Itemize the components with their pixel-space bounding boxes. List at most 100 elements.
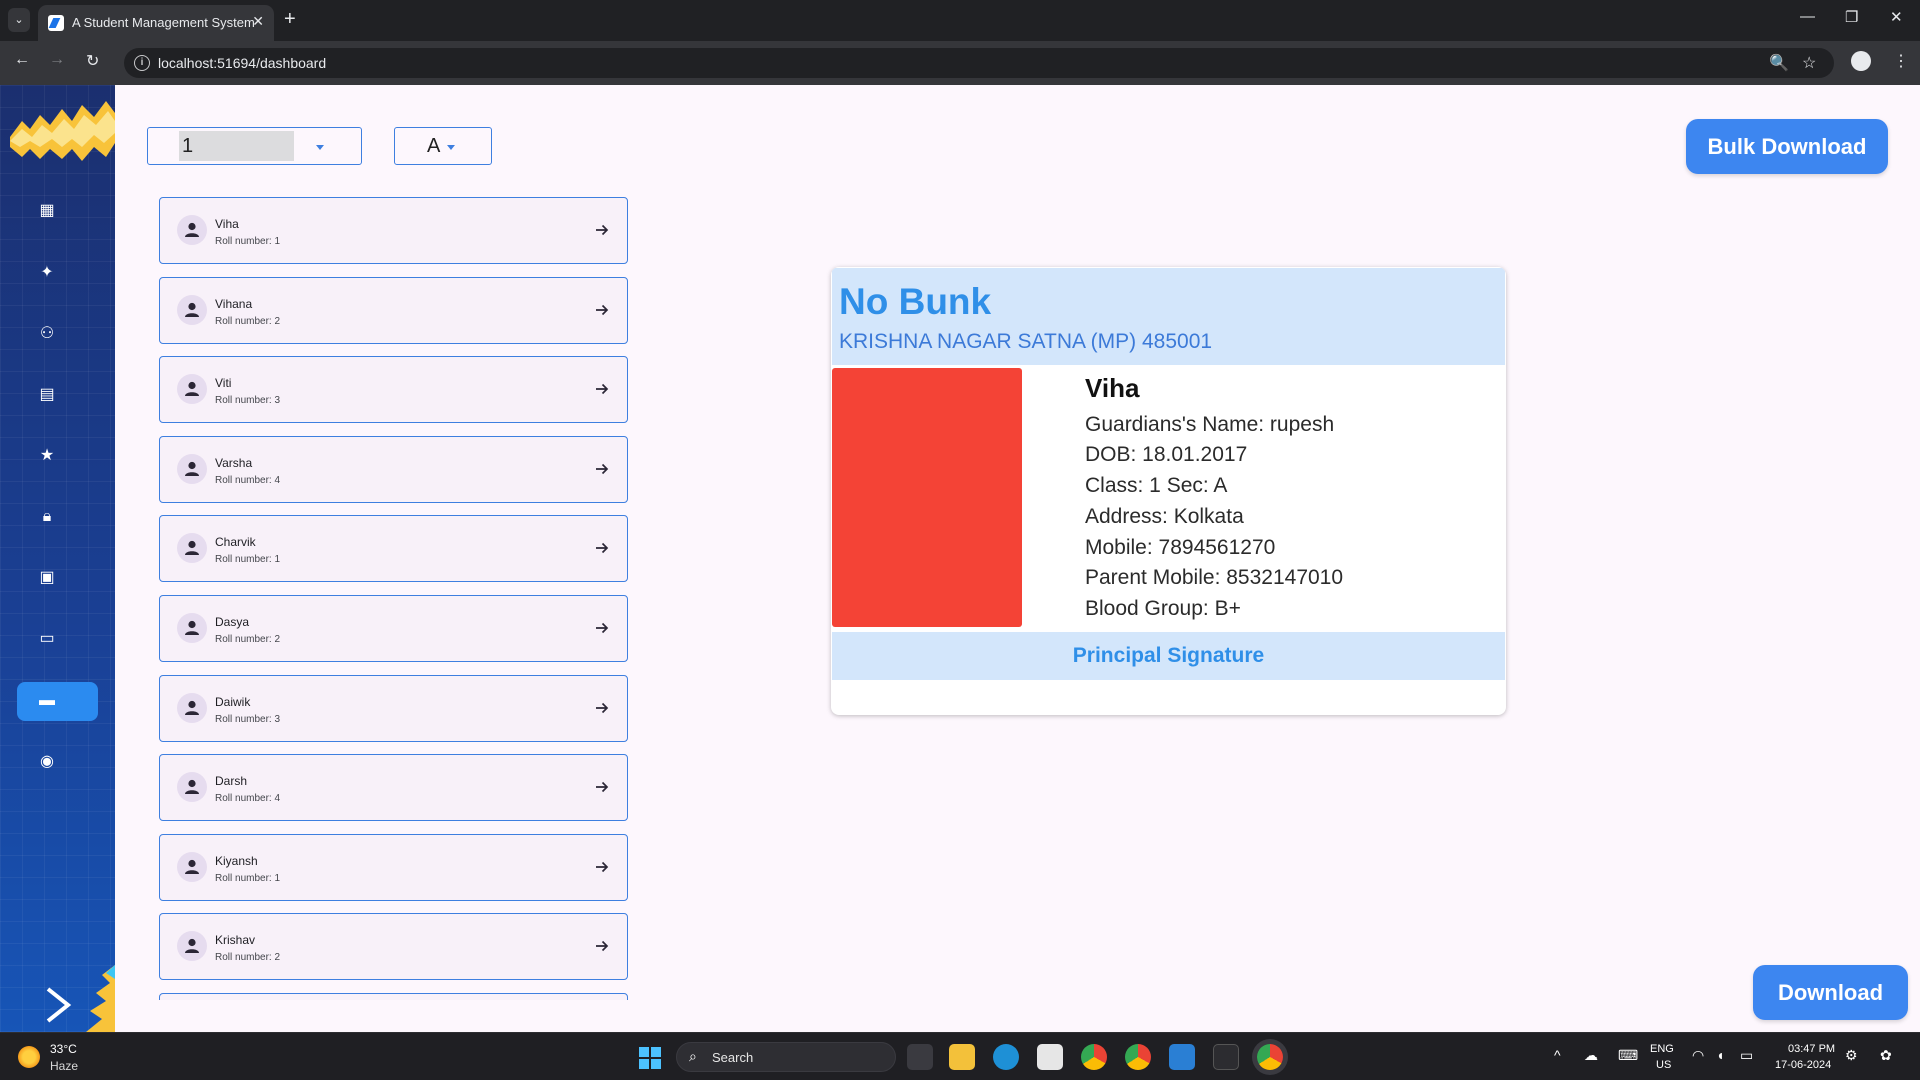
clock-time[interactable]: 03:47 PM bbox=[1788, 1043, 1835, 1055]
settings-icon[interactable]: ◉ bbox=[34, 749, 60, 775]
arrow-right-icon[interactable] bbox=[594, 938, 610, 959]
lock-icon[interactable]: 🔒︎ bbox=[34, 504, 60, 530]
zoom-icon[interactable]: 🔍 bbox=[1769, 53, 1789, 73]
new-tab-button[interactable]: + bbox=[284, 8, 296, 31]
notifications-icon[interactable]: ⚙ bbox=[1845, 1047, 1858, 1064]
show-hidden-icons-icon[interactable]: ^ bbox=[1554, 1047, 1561, 1063]
back-icon[interactable]: ← bbox=[14, 51, 30, 69]
chrome-active-icon[interactable] bbox=[1257, 1044, 1283, 1070]
student-roll-number: Roll number: 1 bbox=[215, 236, 281, 247]
language-indicator[interactable]: ENG bbox=[1650, 1043, 1674, 1055]
browser-toolbar: ← → ↻ i localhost:51694/dashboard 🔍 ☆ ⋮ bbox=[0, 41, 1920, 85]
student-list-item[interactable]: Viha Roll number: 1 bbox=[159, 197, 628, 264]
weather-condition[interactable]: Haze bbox=[50, 1059, 78, 1073]
volume-icon[interactable]: ◖ bbox=[1716, 1047, 1724, 1063]
student-icon[interactable]: ✦ bbox=[34, 260, 60, 286]
student-roll-number: Roll number: 2 bbox=[215, 315, 281, 327]
arrow-right-icon[interactable] bbox=[594, 859, 610, 880]
browser-menu-icon[interactable]: ⋮ bbox=[1893, 51, 1909, 71]
expand-sidebar-icon[interactable] bbox=[40, 985, 76, 1025]
onedrive-icon[interactable]: ☁ bbox=[1584, 1047, 1598, 1064]
teacher-icon[interactable]: ⚇ bbox=[34, 321, 60, 347]
arrow-right-icon[interactable] bbox=[594, 461, 610, 482]
bulk-download-button[interactable]: Bulk Download bbox=[1686, 119, 1888, 174]
microsoft-store-icon[interactable] bbox=[1037, 1044, 1063, 1070]
chrome-profile-icon[interactable] bbox=[1125, 1044, 1151, 1070]
student-list-item[interactable]: Daiwik Roll number: 3 bbox=[159, 674, 628, 742]
tab-close-icon[interactable]: ✕ bbox=[252, 13, 264, 30]
task-view-icon[interactable] bbox=[907, 1044, 933, 1070]
terminal-icon[interactable] bbox=[1213, 1044, 1239, 1070]
clock-date[interactable]: 17-06-2024 bbox=[1775, 1059, 1831, 1071]
bookmark-star-icon[interactable]: ☆ bbox=[1802, 53, 1816, 73]
student-address: Address: Kolkata bbox=[1085, 505, 1244, 528]
arrow-right-icon[interactable] bbox=[594, 302, 610, 323]
class-dropdown-highlight bbox=[179, 131, 294, 161]
windows-start-icon[interactable] bbox=[639, 1047, 661, 1069]
student-roll-number: Roll number: 2 bbox=[215, 952, 281, 964]
student-list-item[interactable]: Varsha Roll number: 4 bbox=[159, 435, 628, 503]
chrome-icon[interactable] bbox=[1081, 1044, 1107, 1070]
site-info-icon[interactable]: i bbox=[134, 55, 150, 71]
taskbar-search-label: Search bbox=[712, 1050, 754, 1065]
section-dropdown[interactable]: A bbox=[394, 127, 492, 165]
student-name: Daiwik bbox=[215, 694, 251, 709]
arrow-right-icon[interactable] bbox=[594, 620, 610, 641]
browser-tab[interactable]: A Student Management System ✕ bbox=[38, 5, 274, 41]
arrow-right-icon[interactable] bbox=[594, 779, 610, 800]
taskbar-search[interactable]: ⌕ Search bbox=[676, 1042, 896, 1072]
copilot-icon[interactable]: ✿ bbox=[1880, 1047, 1892, 1064]
student-list-item[interactable] bbox=[159, 993, 628, 1000]
student-list-item[interactable]: Krishav Roll number: 2 bbox=[159, 913, 628, 981]
student-list-item[interactable]: Kiyansh Roll number: 1 bbox=[159, 833, 628, 901]
download-button[interactable]: Download bbox=[1753, 965, 1908, 1020]
student-list-item[interactable]: Charvik Roll number: 1 bbox=[159, 515, 628, 583]
weather-temperature[interactable]: 33°C bbox=[50, 1042, 77, 1056]
app-logo-icon bbox=[10, 101, 115, 161]
class-dropdown[interactable]: 1 bbox=[147, 127, 362, 165]
class-dropdown-value: 1 bbox=[182, 135, 194, 157]
star-icon[interactable]: ★ bbox=[34, 443, 60, 469]
person-icon bbox=[177, 215, 207, 245]
attendance-icon[interactable]: ▣ bbox=[34, 565, 60, 591]
reload-icon[interactable]: ↻ bbox=[86, 51, 99, 71]
report-icon[interactable]: ▤ bbox=[34, 382, 60, 408]
weather-sun-icon[interactable] bbox=[18, 1046, 40, 1068]
student-list-item[interactable]: Viti Roll number: 3 bbox=[159, 356, 628, 424]
restore-icon[interactable]: ❐ bbox=[1845, 8, 1858, 26]
forward-icon[interactable]: → bbox=[49, 51, 65, 69]
school-name: No Bunk bbox=[839, 281, 992, 322]
close-window-icon[interactable]: ✕ bbox=[1890, 8, 1903, 26]
file-explorer-icon[interactable] bbox=[949, 1044, 975, 1070]
student-list-item[interactable]: Vihana Roll number: 2 bbox=[159, 276, 628, 344]
region-indicator[interactable]: US bbox=[1656, 1059, 1671, 1071]
url-text[interactable]: localhost:51694/dashboard bbox=[158, 55, 326, 71]
student-list-item[interactable]: Darsh Roll number: 4 bbox=[159, 754, 628, 822]
sidebar: ▦ ✦ ⚇ ▤ ★ 🔒︎ ▣ ▭ ▬ ◉ bbox=[0, 85, 115, 1032]
wifi-icon[interactable]: ◠ bbox=[1692, 1047, 1704, 1064]
person-icon bbox=[177, 374, 207, 405]
address-bar[interactable]: i localhost:51694/dashboard 🔍 ☆ bbox=[124, 48, 1834, 78]
arrow-right-icon[interactable] bbox=[594, 222, 610, 243]
person-icon bbox=[177, 851, 207, 882]
arrow-right-icon[interactable] bbox=[594, 381, 610, 402]
profile-avatar-icon[interactable] bbox=[1851, 51, 1871, 71]
edge-browser-icon[interactable] bbox=[993, 1044, 1019, 1070]
windows-taskbar: 33°C Haze ⌕ Search ^ ☁ ⌨ ENG US ◠ ◖ ▭ 03… bbox=[0, 1032, 1920, 1080]
arrow-right-icon[interactable] bbox=[594, 540, 610, 561]
student-list-item[interactable]: Dasya Roll number: 2 bbox=[159, 595, 628, 662]
tab-search-button[interactable]: ⌄ bbox=[8, 8, 30, 32]
arrow-right-icon[interactable] bbox=[594, 700, 610, 721]
fees-icon[interactable]: ▭ bbox=[34, 626, 60, 652]
person-icon bbox=[177, 931, 207, 962]
mobile-number: Mobile: 7894561270 bbox=[1085, 536, 1276, 559]
browser-tab-bar: ⌄ A Student Management System ✕ + — ❐ ✕ bbox=[0, 0, 1920, 41]
keyboard-icon[interactable]: ⌨ bbox=[1618, 1047, 1638, 1064]
parent-mobile-number: Parent Mobile: 8532147010 bbox=[1085, 566, 1344, 589]
battery-icon[interactable]: ▭ bbox=[1740, 1047, 1753, 1064]
minimize-icon[interactable]: — bbox=[1800, 8, 1815, 25]
chevron-down-icon bbox=[447, 145, 455, 150]
dashboard-icon[interactable]: ▦ bbox=[34, 198, 60, 224]
vscode-icon[interactable] bbox=[1169, 1044, 1195, 1070]
id-card-icon[interactable]: ▬ bbox=[34, 688, 60, 714]
